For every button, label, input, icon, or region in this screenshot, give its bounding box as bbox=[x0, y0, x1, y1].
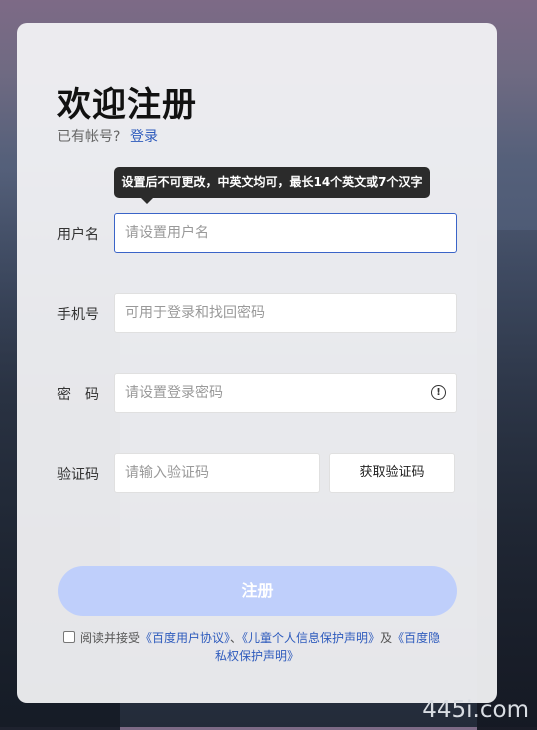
username-tooltip: 设置后不可更改，中英文均可，最长14个英文或7个汉字 bbox=[114, 167, 430, 198]
child-privacy-link[interactable]: 《儿童个人信息保护声明》 bbox=[242, 631, 380, 645]
login-link[interactable]: 登录 bbox=[130, 126, 158, 146]
code-label: 验证码 bbox=[57, 467, 99, 483]
phone-placeholder: 可用于登录和找回密码 bbox=[125, 305, 265, 321]
privacy-policy-link-part2[interactable]: 私权保护声明》 bbox=[215, 647, 299, 665]
username-input[interactable]: 请设置用户名 bbox=[114, 213, 457, 253]
phone-input[interactable]: 可用于登录和找回密码 bbox=[114, 293, 457, 333]
page-title: 欢迎注册 bbox=[57, 85, 197, 125]
agreement-and: 及 bbox=[380, 631, 393, 645]
phone-label: 手机号 bbox=[57, 307, 99, 323]
baidu-user-agreement-link[interactable]: 《百度用户协议》 bbox=[140, 631, 230, 645]
code-placeholder: 请输入验证码 bbox=[125, 465, 209, 481]
code-input[interactable]: 请输入验证码 bbox=[114, 453, 320, 493]
register-button[interactable]: 注册 bbox=[58, 566, 457, 616]
password-input[interactable]: 请设置登录密码 ! bbox=[114, 373, 457, 413]
agreement-text: 阅读并接受《百度用户协议》、《儿童个人信息保护声明》及《百度隐 bbox=[80, 629, 464, 647]
privacy-policy-link-part1[interactable]: 《百度隐 bbox=[392, 631, 440, 645]
tooltip-arrow bbox=[141, 198, 153, 204]
watermark: 445i.com bbox=[422, 697, 529, 723]
have-account-text: 已有帐号? bbox=[57, 129, 121, 145]
get-code-button[interactable]: 获取验证码 bbox=[329, 453, 455, 493]
username-placeholder: 请设置用户名 bbox=[125, 225, 209, 241]
agreement-checkbox[interactable] bbox=[63, 631, 75, 643]
password-placeholder: 请设置登录密码 bbox=[125, 385, 223, 401]
register-card: 欢迎注册 已有帐号? 登录 设置后不可更改，中英文均可，最长14个英文或7个汉字… bbox=[17, 23, 497, 703]
info-icon[interactable]: ! bbox=[431, 385, 446, 400]
password-label: 密 码 bbox=[57, 387, 99, 403]
agreement-separator: 、 bbox=[230, 631, 243, 645]
username-label: 用户名 bbox=[57, 227, 99, 243]
agreement-prefix: 阅读并接受 bbox=[80, 631, 141, 645]
